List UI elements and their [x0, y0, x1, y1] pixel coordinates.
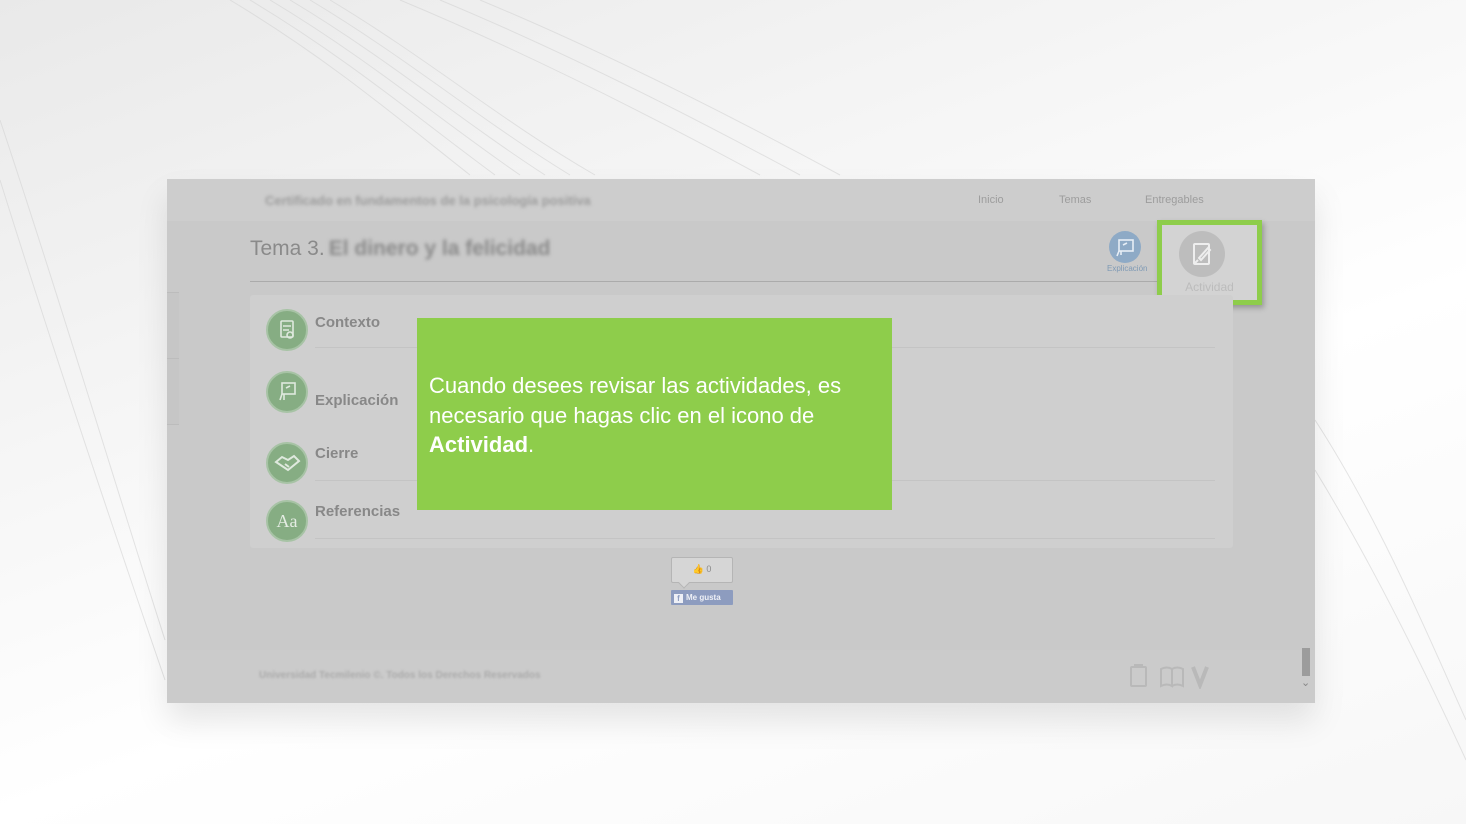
- handshake-icon: [266, 442, 308, 484]
- menu-item-label: Explicación: [315, 392, 399, 409]
- facebook-like-button[interactable]: f Me gusta: [671, 590, 733, 605]
- nav-inicio[interactable]: Inicio: [978, 194, 1004, 206]
- like-counter: 👍 0: [671, 557, 733, 583]
- edit-document-icon: [1179, 231, 1225, 277]
- facebook-icon: f: [674, 594, 683, 603]
- footer-icons: [1129, 663, 1209, 694]
- footer: Universidad Tecmilenio ©. Todos los Dere…: [167, 650, 1315, 703]
- tip-period: .: [528, 432, 535, 457]
- top-navigation: Certificado en fundamentos de la psicolo…: [167, 179, 1315, 221]
- tip-text: Cuando desees revisar las actividades, e…: [429, 373, 842, 428]
- actividad-button[interactable]: Actividad: [1157, 220, 1262, 305]
- actividad-label: Actividad: [1185, 280, 1234, 294]
- menu-item-label: Cierre: [315, 445, 359, 462]
- divider: [315, 538, 1215, 539]
- topic-heading: Tema 3. El dinero y la felicidad: [250, 237, 550, 261]
- like-button-label: Me gusta: [686, 593, 721, 602]
- menu-item-label: Referencias: [315, 503, 401, 520]
- menu-item-label: Contexto: [315, 314, 380, 331]
- scrollbar-thumb[interactable]: [1302, 648, 1310, 676]
- explicacion-button[interactable]: Explicación: [1107, 231, 1148, 273]
- aa-icon: Aa: [266, 500, 308, 542]
- explicacion-label: Explicación: [1107, 264, 1148, 273]
- side-tabs[interactable]: [167, 292, 179, 425]
- like-count: 0: [706, 564, 712, 574]
- instruction-callout: Cuando desees revisar las actividades, e…: [417, 318, 892, 510]
- course-title: Certificado en fundamentos de la psicolo…: [265, 193, 591, 208]
- divider: [167, 358, 179, 359]
- nav-temas[interactable]: Temas: [1059, 194, 1091, 206]
- topic-name: El dinero y la felicidad: [328, 237, 551, 260]
- document-icon: [266, 309, 308, 351]
- presentation-icon: [1109, 231, 1141, 263]
- clipboard-icon[interactable]: [1130, 664, 1147, 687]
- presentation-icon: [266, 371, 308, 413]
- thumbs-up-icon: 👍: [692, 564, 704, 574]
- chevron-down-icon[interactable]: ⌄: [1301, 676, 1310, 689]
- topic-number: Tema 3.: [250, 237, 325, 260]
- footer-copyright: Universidad Tecmilenio ©. Todos los Dere…: [259, 670, 541, 681]
- book-icon[interactable]: [1160, 666, 1184, 688]
- tecmilenio-logo-icon: [1191, 666, 1209, 691]
- tip-emphasis: Actividad: [429, 432, 529, 457]
- divider: [250, 281, 1232, 282]
- nav-entregables[interactable]: Entregables: [1145, 194, 1204, 206]
